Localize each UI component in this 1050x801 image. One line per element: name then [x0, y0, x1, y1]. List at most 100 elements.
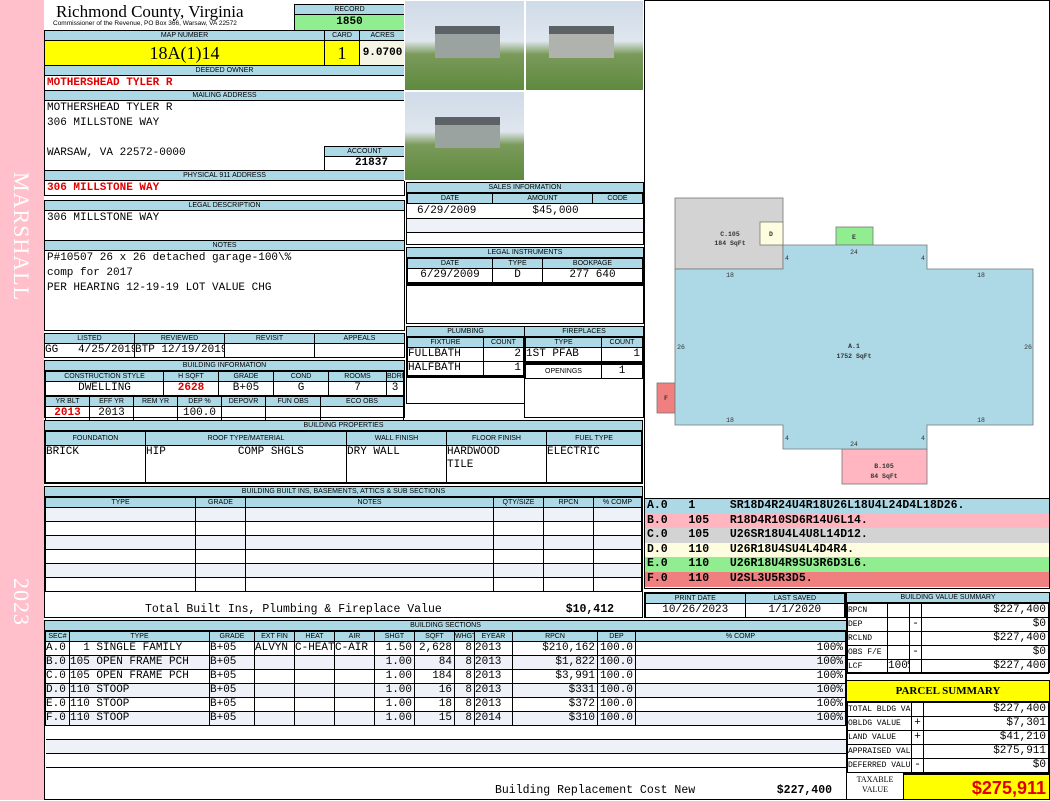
building-sketch[interactable]: A.1 1752 SqFt B.105 84 SqFt C.105 184 Sq…: [644, 0, 1050, 500]
value-summary-cell: [887, 617, 910, 632]
parcel-summary-cell: +: [911, 716, 924, 731]
parcel-summary-cell: DEFERRED VALUE: [847, 758, 912, 773]
deeded-owner: DEEDED OWNER MOTHERSHEAD TYLER R: [44, 65, 405, 91]
parcel-summary-cell: $227,400: [923, 702, 1049, 717]
value-summary-row: LCF100% $227,400: [847, 659, 1049, 674]
record-number: 1850: [295, 15, 404, 30]
building-info-cell: 100.0: [177, 406, 222, 421]
account-label: ACCOUNT: [325, 147, 404, 157]
value-summary-cell: $227,400: [921, 631, 1049, 646]
building-info-cell: 2013: [45, 406, 90, 421]
builtins-empty-cell: [45, 577, 196, 592]
record-label: RECORD: [295, 5, 404, 15]
sidebar-name: MARSHALL: [9, 172, 34, 302]
section-cell: [254, 711, 295, 726]
section-empty-cell: [454, 725, 475, 740]
section-cell: 184: [414, 669, 455, 684]
section-cell: 8: [454, 683, 475, 698]
sketch-area-a: 1752 SqFt: [836, 353, 871, 360]
sales-code-header: CODE: [592, 193, 643, 204]
bookpage-header: BOOKPAGE: [542, 258, 643, 269]
section-cell: 15: [414, 711, 455, 726]
section-empty-cell: [474, 739, 513, 754]
builtins-empty-cell: [245, 563, 494, 578]
sketch-dim: 18: [726, 417, 734, 424]
builtins-empty-cell: [493, 535, 544, 550]
mailing-label: MAILING ADDRESS: [45, 91, 404, 101]
section-cell: 100%: [635, 683, 846, 698]
section-empty-cell: [635, 725, 846, 740]
builtins-header-cell: QTY/SIZE: [493, 497, 544, 508]
sketch-label-b: B.105: [874, 463, 894, 470]
section-empty-cell: [294, 739, 335, 754]
sections-header-cell: SHGT: [374, 631, 415, 642]
section-cell: A.0: [45, 641, 70, 656]
fixture-type: FULLBATH: [407, 347, 484, 362]
section-row: B.0 105 OPEN FRAME PCH B+05 1.00 84 8 2013 $1,8…: [45, 655, 846, 670]
section-cell: [254, 669, 295, 684]
section-cell: 8: [454, 655, 475, 670]
property-photo[interactable]: [404, 91, 525, 181]
section-empty-cell: [334, 725, 375, 740]
builtins-empty-cell: [493, 563, 544, 578]
section-cell: 100.0: [597, 641, 636, 656]
section-cell: 100%: [635, 641, 846, 656]
sections-header-cell: TYPE: [69, 631, 210, 642]
section-cell: 1 SINGLE FAMILY: [69, 641, 210, 656]
building-info-cell: 3: [386, 381, 404, 396]
sections-header-cell: SQFT: [414, 631, 455, 642]
building-info-cell: 7: [328, 381, 387, 396]
builtins-empty-row: [45, 549, 642, 564]
count-header: COUNT: [483, 337, 524, 348]
builtins-empty-cell: [593, 563, 642, 578]
parcel-summary: PARCEL SUMMARY TOTAL BLDG VALUE$227,400O…: [846, 680, 1050, 800]
section-cell: [334, 683, 375, 698]
page-title: Richmond County, Virginia: [56, 2, 244, 21]
building-info-header-cell: ECO OBS: [320, 396, 404, 407]
building-sections: BUILDING SECTIONS SEC# TYPE GRADE EXT FIN HE…: [44, 620, 847, 800]
mailing-line1: MOTHERSHEAD TYLER R: [47, 102, 173, 114]
building-info-cell: 2013: [89, 406, 134, 421]
section-cell: 100.0: [597, 711, 636, 726]
acres-value: 9.0700: [360, 41, 405, 65]
sketch-code-row: B.0 105 R18D4R10SD6R14U6L14.: [645, 513, 1049, 529]
owner-label: DEEDED OWNER: [45, 66, 404, 76]
builtins-empty-cell: [493, 549, 544, 564]
physical-label: PHYSICAL 911 ADDRESS: [45, 171, 404, 181]
fireplace-count-header: COUNT: [601, 337, 643, 348]
property-photo[interactable]: [404, 0, 525, 91]
value-summary-cell: [887, 603, 910, 618]
builtins-empty-cell: [195, 535, 246, 550]
taxable-label: TAXABLE VALUE: [856, 775, 894, 794]
sections-header-cell: % COMP: [635, 631, 846, 642]
builtins-total: $10,412: [565, 603, 614, 616]
sales-date-header: DATE: [407, 193, 493, 204]
fixture-count: 2: [483, 347, 524, 362]
section-cell: $3,991: [512, 669, 598, 684]
print-date: 10/26/2023: [645, 603, 746, 618]
acres-label: ACRES: [360, 31, 405, 41]
appeals-header: APPEALS: [314, 333, 405, 344]
listed-by: GG: [45, 344, 59, 357]
building-info-header-row: YR BLT EFF YR REM YR DEP % DEPOVR FUN OBS ECO …: [45, 396, 404, 407]
sections-header-cell: WHGT: [454, 631, 475, 642]
section-row: C.0 105 OPEN FRAME PCH B+05 1.00 184 8 2013 $3,…: [45, 669, 846, 684]
roof-type: HIP: [146, 445, 166, 458]
sections-header-cell: AIR: [334, 631, 375, 642]
section-empty-cell: [334, 753, 375, 768]
property-photo[interactable]: [525, 0, 644, 91]
roof-header: ROOF TYPE/MATERIAL: [145, 431, 347, 446]
section-cell: $331: [512, 683, 598, 698]
sketch-area-b: 84 SqFt: [870, 473, 897, 480]
section-empty-cell: [374, 753, 415, 768]
section-cell: 100%: [635, 655, 846, 670]
sketch-dim: 4: [921, 255, 925, 262]
section-empty-cell: [209, 739, 255, 754]
building-info-header-cell: GRADE: [218, 371, 274, 382]
section-cell: B+05: [209, 711, 255, 726]
fixture-type: HALFBATH: [407, 361, 484, 376]
builtins-empty-cell: [493, 577, 544, 592]
builtins-empty-cell: [45, 507, 196, 522]
section-cell: C-AIR: [334, 641, 375, 656]
builtins-empty-cell: [195, 507, 246, 522]
